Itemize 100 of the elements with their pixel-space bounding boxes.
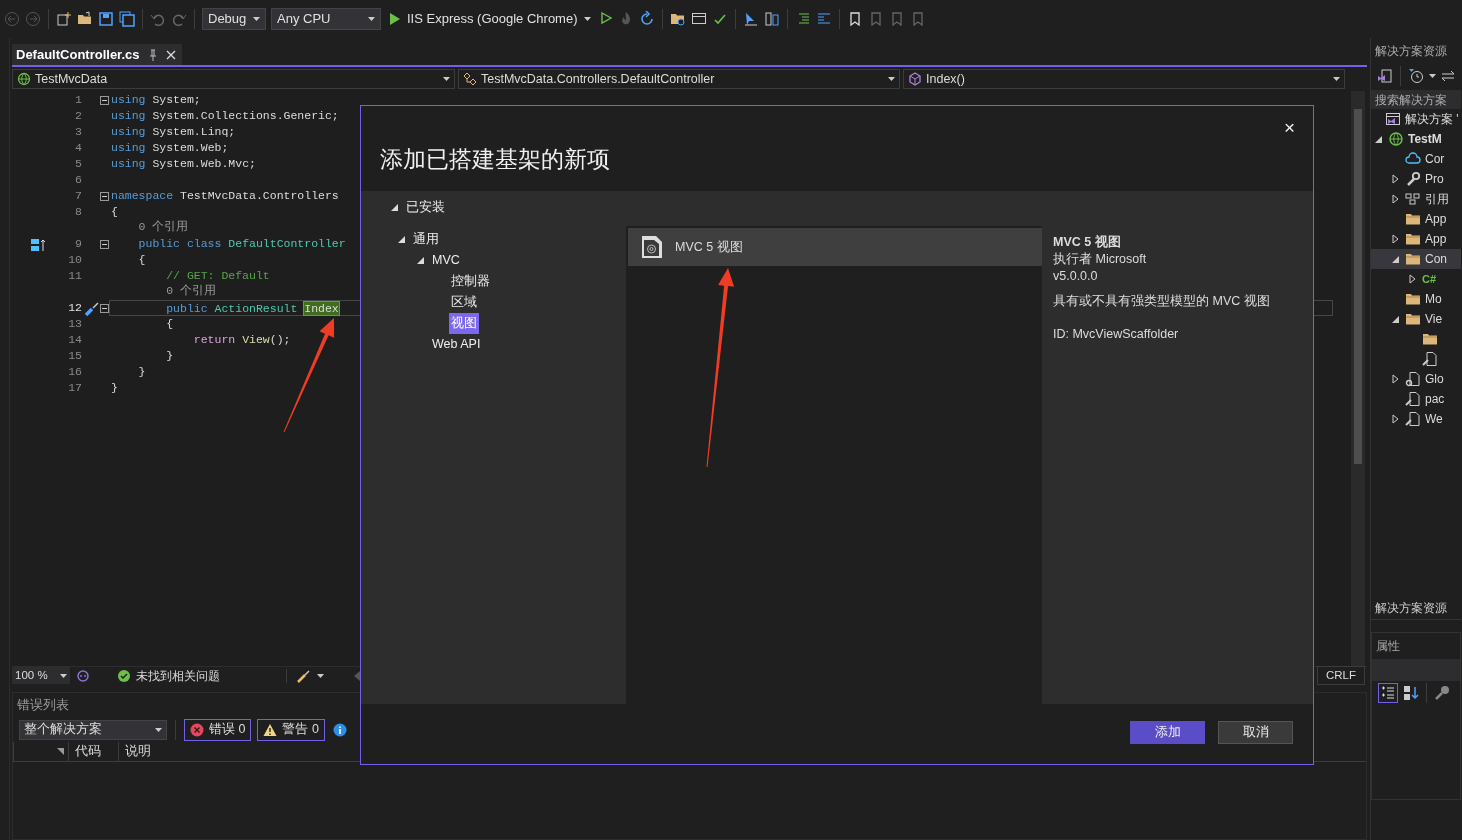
scope-dropdown[interactable]: 整个解决方案 <box>19 719 167 740</box>
category-item[interactable]: 控制器 <box>449 271 492 292</box>
warning-filter[interactable]: 警告 0 <box>257 718 325 741</box>
panel-tab[interactable]: 解决方案资源 <box>1371 597 1461 620</box>
folder-icon <box>1405 231 1421 247</box>
columns-icon[interactable] <box>763 11 780 27</box>
expanded-icon[interactable] <box>391 204 398 212</box>
category-item[interactable]: 区域 <box>449 292 479 313</box>
play-icon <box>389 12 401 26</box>
caret-icon <box>317 673 324 678</box>
collapsed-icon[interactable] <box>1391 374 1399 384</box>
tree-item[interactable]: App <box>1371 209 1461 229</box>
copilot-icon[interactable] <box>76 668 90 683</box>
folder-search-icon[interactable] <box>669 11 686 27</box>
scrollbar[interactable] <box>1351 91 1365 666</box>
code-line: } <box>111 379 118 396</box>
expanded-icon[interactable] <box>398 236 405 244</box>
search-field[interactable]: 搜索解决方案 <box>1371 90 1461 109</box>
open-folder-icon[interactable] <box>77 11 93 27</box>
tree-item[interactable]: Glo <box>1371 369 1461 389</box>
solution-view-icon[interactable] <box>1377 68 1393 84</box>
categorized-icon[interactable] <box>1378 683 1398 703</box>
tree-item[interactable]: C# <box>1371 269 1461 289</box>
save-icon[interactable] <box>98 11 114 27</box>
collapsed-icon[interactable] <box>1391 414 1399 424</box>
column-header[interactable]: 代码 <box>68 741 118 761</box>
tree-item[interactable]: App <box>1371 229 1461 249</box>
run-button[interactable]: IIS Express (Google Chrome) <box>386 9 594 29</box>
browser-icon[interactable] <box>690 11 707 27</box>
code-line: using System.Web; <box>111 139 229 156</box>
sync-icon[interactable] <box>1441 69 1455 83</box>
new-item-icon[interactable] <box>56 11 72 27</box>
tree-item[interactable]: Cor <box>1371 149 1461 169</box>
platform-dropdown[interactable]: Any CPU <box>271 8 381 30</box>
column-header[interactable]: 说明 <box>118 741 238 761</box>
zoom-dropdown[interactable]: 100 % <box>12 667 70 684</box>
collapse-icon[interactable] <box>100 192 109 202</box>
close-button[interactable]: × <box>1279 114 1299 143</box>
code-line: return View(); <box>192 331 291 348</box>
tree-item[interactable]: 解决方案 ' <box>1371 109 1461 129</box>
csharp-file-icon: C# <box>1422 270 1438 288</box>
category-item[interactable]: 视图 <box>449 313 479 334</box>
scrollbar-thumb[interactable] <box>1354 109 1362 464</box>
warning-icon <box>263 722 278 737</box>
caret-icon <box>888 77 895 81</box>
save-all-icon[interactable] <box>119 11 135 27</box>
template-item[interactable]: MVC 5 视图 <box>628 228 1042 266</box>
history-icon[interactable] <box>1408 68 1424 84</box>
screwdriver-icon[interactable] <box>84 300 100 317</box>
category-item[interactable]: MVC <box>430 250 462 271</box>
tree-item[interactable]: Vie <box>1371 309 1461 329</box>
pointer-icon[interactable] <box>742 11 759 27</box>
tree-item[interactable]: We <box>1371 409 1461 429</box>
category-item[interactable]: 通用 <box>411 229 441 250</box>
brush-icon[interactable] <box>295 668 311 683</box>
close-icon[interactable] <box>165 49 176 60</box>
category-item[interactable]: Web API <box>430 334 483 355</box>
expanded-icon[interactable] <box>1391 315 1399 323</box>
member-dropdown[interactable]: Index() <box>903 69 1345 89</box>
tree-item[interactable]: 引用 <box>1371 189 1461 209</box>
key-icon[interactable] <box>1434 685 1450 701</box>
collapse-icon[interactable] <box>100 96 109 106</box>
template-name: MVC 5 视图 <box>675 238 743 256</box>
collapse-icon[interactable] <box>100 240 109 250</box>
expanded-icon[interactable] <box>417 257 424 265</box>
collapsed-icon[interactable] <box>1391 194 1399 204</box>
line-number: 15 <box>67 348 82 364</box>
error-icon <box>190 722 204 737</box>
tree-item[interactable]: Con <box>1371 249 1461 269</box>
expanded-icon[interactable] <box>1374 135 1382 143</box>
outdent-icon[interactable] <box>815 11 832 27</box>
collapsed-icon[interactable] <box>1391 174 1399 184</box>
folder-icon <box>1405 251 1421 267</box>
play-outline-icon[interactable] <box>598 11 613 27</box>
project-dropdown[interactable]: TestMvcData <box>12 69 455 89</box>
refresh-icon[interactable] <box>638 11 655 27</box>
sort-az-icon[interactable] <box>1403 685 1419 701</box>
editor-tab[interactable]: DefaultController.cs <box>12 44 182 65</box>
collapse-icon[interactable] <box>100 304 109 314</box>
cancel-button[interactable]: 取消 <box>1218 721 1293 744</box>
panel-title: 属性 <box>1375 638 1401 655</box>
configuration-dropdown[interactable]: Debug <box>202 8 266 30</box>
add-button[interactable]: 添加 <box>1130 721 1205 744</box>
code-line: { <box>111 203 118 220</box>
implementation-icon[interactable] <box>30 237 46 252</box>
category-item[interactable]: 已安装 <box>404 197 447 218</box>
tree-item[interactable]: pac <box>1371 389 1461 409</box>
pin-icon[interactable] <box>147 48 158 61</box>
tree-item[interactable]: TestM <box>1371 129 1461 149</box>
filter-icon[interactable] <box>57 747 64 755</box>
expanded-icon[interactable] <box>1391 255 1399 263</box>
error-filter[interactable]: 错误 0 <box>184 718 252 741</box>
tree-item[interactable]: Mo <box>1371 289 1461 309</box>
line-number: 8 <box>74 204 82 220</box>
caret-icon <box>155 727 162 732</box>
line-ending[interactable]: CRLF <box>1316 665 1365 686</box>
tree-item[interactable]: Pro <box>1371 169 1461 189</box>
collapsed-icon[interactable] <box>1391 234 1399 244</box>
type-dropdown[interactable]: TestMvcData.Controllers.DefaultController <box>458 69 900 89</box>
collapsed-icon[interactable] <box>1408 274 1416 284</box>
